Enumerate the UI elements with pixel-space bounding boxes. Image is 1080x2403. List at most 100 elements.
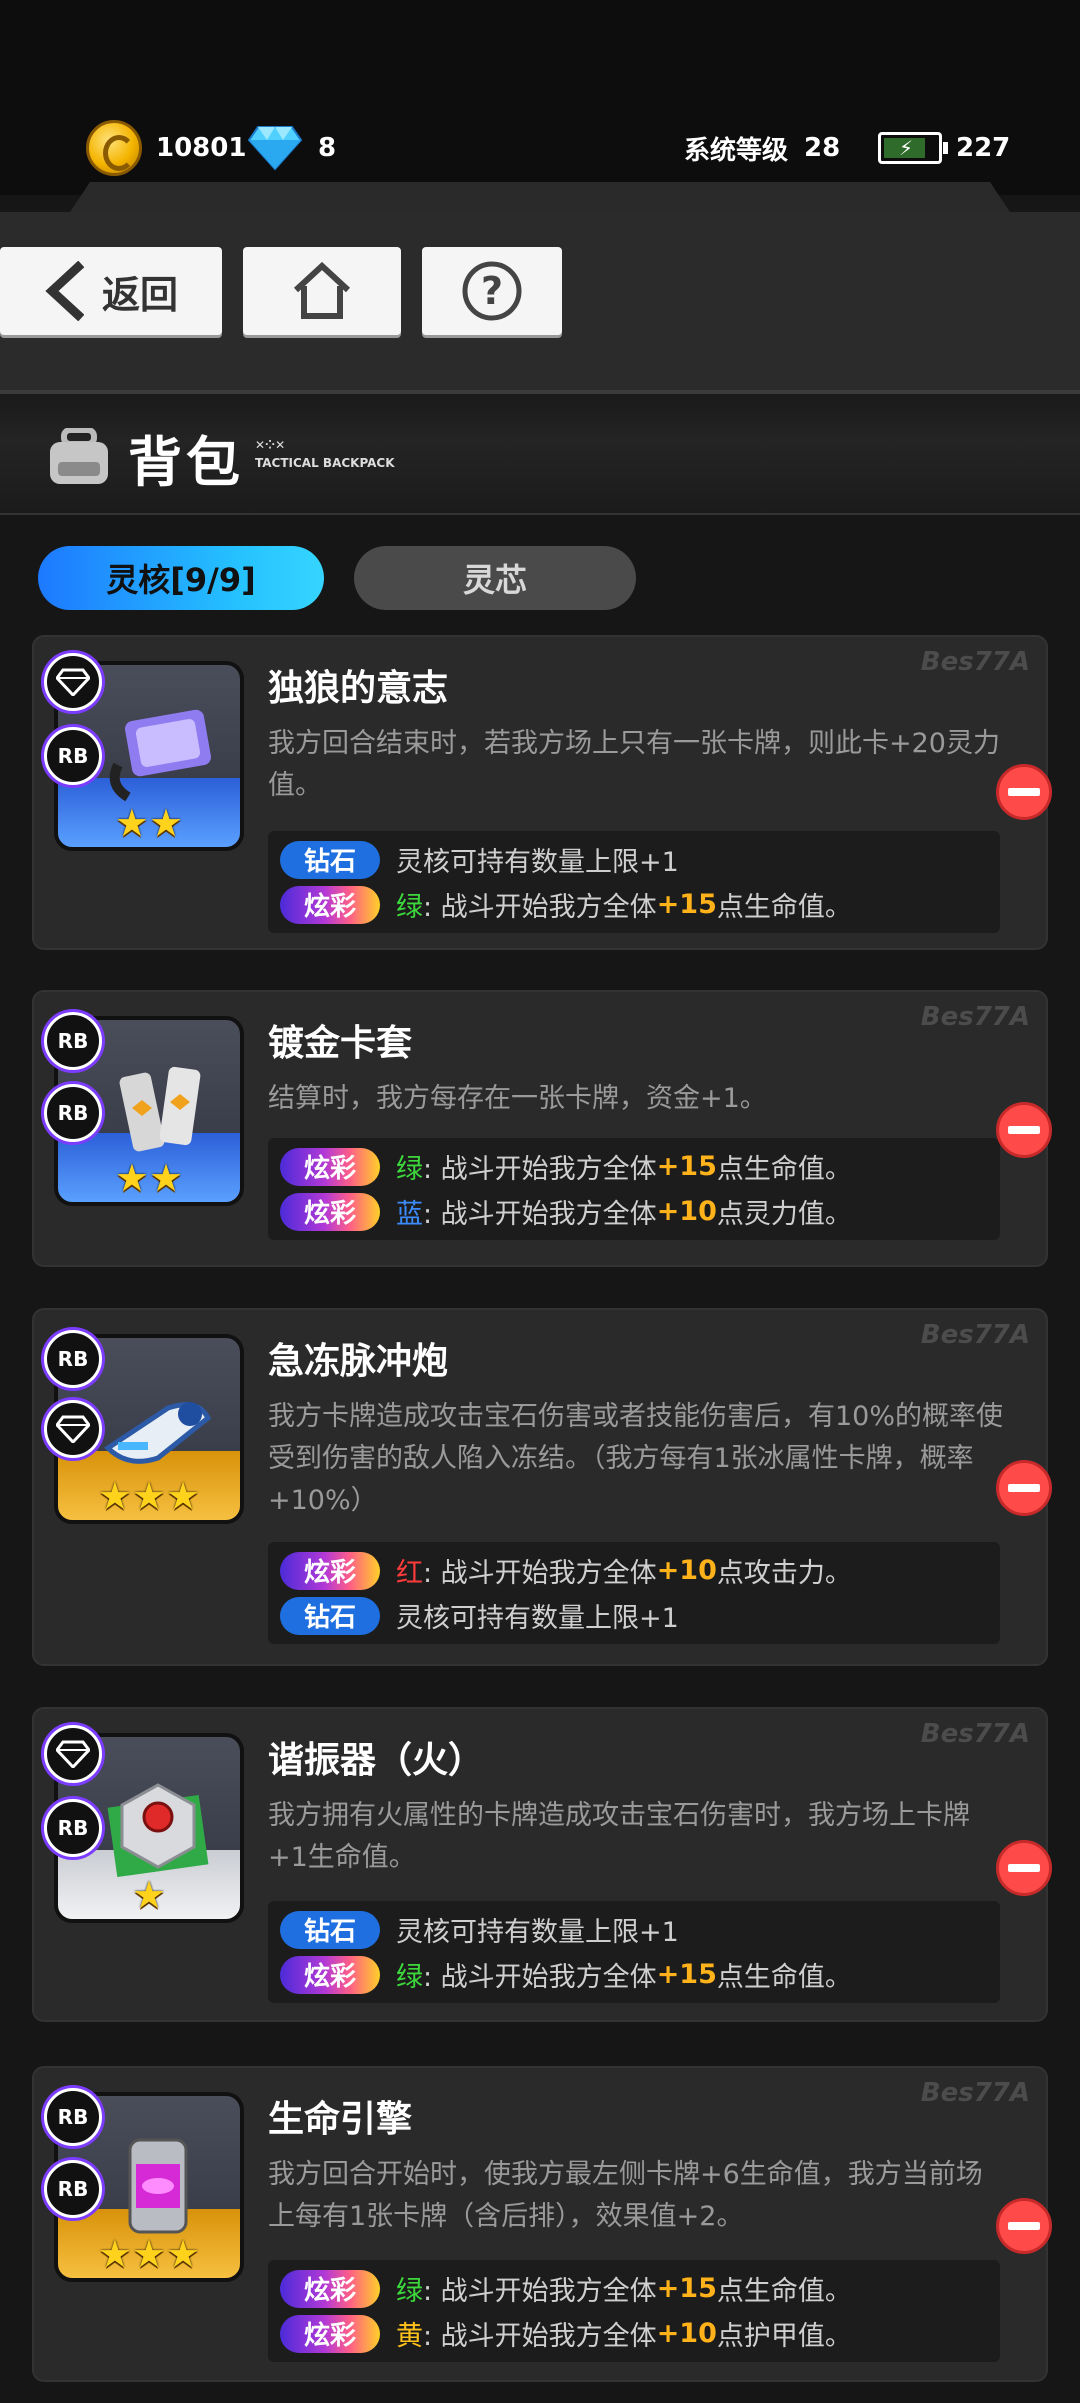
bonus-tag: 炫彩	[280, 2269, 380, 2308]
remove-button[interactable]	[996, 1102, 1052, 1158]
diamond-badge	[44, 653, 102, 711]
coin-amount: 10801	[156, 133, 247, 163]
rb-badge: RB	[44, 1084, 102, 1142]
remove-button[interactable]	[996, 1460, 1052, 1516]
bonus-color-word: 绿	[396, 892, 423, 923]
bonus-color-word: 蓝	[396, 1199, 423, 1230]
core-name: 谐振器（火）	[268, 1740, 485, 1781]
rb-badge: RB	[44, 1330, 102, 1388]
bonus-color-word: 绿	[396, 1962, 423, 1993]
core-card[interactable]: Bes77A ★★ RB 独狼的意志 我方回合结束时，若我方场上只有一张卡牌，则…	[32, 635, 1048, 950]
diamond-amount: 8	[318, 133, 337, 163]
bonus-box: 钻石 灵核可持有数量上限+1 炫彩 绿 : 战斗开始我方全体 +15 点生命值。	[268, 831, 1000, 933]
core-card[interactable]: Bes77A ★★★ RB 急冻脉冲炮 我方卡牌造成攻击宝石伤害或者技能伤害后，…	[32, 1308, 1048, 1666]
bonus-row: 炫彩 绿 : 战斗开始我方全体 +15 点生命值。	[280, 882, 988, 927]
backpack-screen: 10801 8 系统等级 28 ⚡ 227 返回 ? 背包 ✕⁘✕ TACTIC…	[0, 0, 1080, 2403]
rb-badge: RB	[44, 1799, 102, 1857]
bonus-value: +10	[656, 1196, 717, 1227]
core-card[interactable]: Bes77A ★★ RB RB 镀金卡套 结算时，我方每存在一张卡牌，资金+1。…	[32, 990, 1048, 1267]
bonus-row: 炫彩 黄 : 战斗开始我方全体 +10 点护甲值。	[280, 2311, 988, 2356]
system-level: 系统等级 28	[684, 122, 840, 174]
bonus-box: 炫彩 绿 : 战斗开始我方全体 +15 点生命值。 炫彩 黄 : 战斗开始我方全…	[268, 2260, 1000, 2362]
help-icon: ?	[462, 261, 522, 321]
core-card[interactable]: Bes77A ★ RB 谐振器（火） 我方拥有火属性的卡牌造成攻击宝石伤害时，我…	[32, 1707, 1048, 2022]
help-button[interactable]: ?	[422, 247, 562, 335]
status-bar-plate	[70, 182, 1010, 212]
bonus-text-suffix: 点护甲值。	[716, 2321, 852, 2352]
bonus-text-suffix: 点生命值。	[716, 2276, 852, 2307]
rb-badge: RB	[44, 727, 102, 785]
bonus-tag: 炫彩	[280, 1551, 380, 1590]
rb-badge: RB	[44, 2160, 102, 2218]
bonus-value: +15	[656, 889, 717, 920]
diamond-counter: 8	[248, 122, 336, 174]
diamond-icon	[56, 668, 90, 696]
bonus-tag: 炫彩	[280, 1147, 380, 1186]
bonus-row: 钻石 灵核可持有数量上限+1	[280, 1907, 988, 1952]
bonus-box: 钻石 灵核可持有数量上限+1 炫彩 绿 : 战斗开始我方全体 +15 点生命值。	[268, 1901, 1000, 2003]
core-card[interactable]: Bes77A ★★★ RB RB 生命引擎 我方回合开始时，使我方最左侧卡牌+6…	[32, 2066, 1048, 2382]
rarity-stars: ★★	[114, 801, 184, 845]
page-title: 背包	[128, 431, 244, 494]
bonus-tag: 炫彩	[280, 1955, 380, 1994]
rarity-stars: ★	[131, 1873, 167, 1917]
battery-icon: ⚡	[878, 132, 948, 164]
remove-button[interactable]	[996, 1840, 1052, 1896]
bonus-box: 炫彩 红 : 战斗开始我方全体 +10 点攻击力。 钻石 灵核可持有数量上限+1	[268, 1542, 1000, 1644]
bonus-text: : 战斗开始我方全体	[423, 1154, 657, 1185]
bonus-color-word: 红	[396, 1558, 423, 1589]
bonus-text: 灵核可持有数量上限+1	[396, 847, 679, 878]
core-description: 我方回合结束时，若我方场上只有一张卡牌，则此卡+20灵力值。	[268, 728, 1000, 801]
watermark: Bes77A	[920, 647, 1030, 677]
diamond-badge	[44, 1400, 102, 1458]
bonus-text: : 战斗开始我方全体	[423, 2276, 657, 2307]
bonus-row: 炫彩 绿 : 战斗开始我方全体 +15 点生命值。	[280, 1952, 988, 1997]
rb-badge: RB	[44, 2088, 102, 2146]
bonus-color-word: 绿	[396, 2276, 423, 2307]
page-subtitle: ✕⁘✕ TACTICAL BACKPACK	[255, 438, 395, 470]
core-description: 我方回合开始时，使我方最左侧卡牌+6生命值，我方当前场上每有1张卡牌（含后排），…	[268, 2159, 983, 2232]
remove-button[interactable]	[996, 764, 1052, 820]
diamond-badge	[44, 1725, 102, 1783]
core-description: 结算时，我方每存在一张卡牌，资金+1。	[268, 1083, 767, 1114]
diamond-icon	[56, 1415, 90, 1443]
core-description: 我方卡牌造成攻击宝石伤害或者技能伤害后，有10%的概率使受到伤害的敌人陷入冻结。…	[268, 1401, 1004, 1516]
energy-amount: 227	[956, 133, 1011, 163]
bonus-value: +10	[656, 2318, 717, 2349]
tab-spirit-chip[interactable]: 灵芯	[354, 546, 636, 610]
bonus-row: 钻石 灵核可持有数量上限+1	[280, 1593, 988, 1638]
bonus-text: 灵核可持有数量上限+1	[396, 1603, 679, 1634]
rarity-stars: ★★	[114, 1156, 184, 1200]
rarity-stars: ★★★	[97, 1474, 201, 1518]
home-icon	[293, 262, 351, 319]
bonus-color-word: 黄	[396, 2321, 423, 2352]
bonus-row: 炫彩 绿 : 战斗开始我方全体 +15 点生命值。	[280, 2266, 988, 2311]
bonus-tag: 炫彩	[280, 2314, 380, 2353]
bonus-row: 炫彩 绿 : 战斗开始我方全体 +15 点生命值。	[280, 1144, 988, 1189]
rarity-stars: ★★★	[97, 2232, 201, 2276]
system-level-label: 系统等级	[684, 135, 789, 166]
bonus-tag: 炫彩	[280, 885, 380, 924]
remove-button[interactable]	[996, 2198, 1052, 2254]
core-list[interactable]: Bes77A ★★ RB 独狼的意志 我方回合结束时，若我方场上只有一张卡牌，则…	[0, 630, 1080, 2403]
home-button[interactable]	[243, 247, 401, 335]
back-label: 返回	[101, 272, 178, 317]
bonus-text: : 战斗开始我方全体	[423, 2321, 657, 2352]
core-name: 独狼的意志	[268, 668, 449, 709]
diamond-icon	[248, 126, 302, 171]
rb-badge: RB	[44, 1012, 102, 1070]
bonus-text-suffix: 点生命值。	[716, 892, 852, 923]
bonus-value: +15	[656, 2273, 717, 2304]
back-button[interactable]: 返回	[0, 247, 222, 335]
bonus-text: : 战斗开始我方全体	[423, 1199, 657, 1230]
bonus-text: : 战斗开始我方全体	[423, 892, 657, 923]
chevron-left-icon	[45, 261, 84, 321]
core-description: 我方拥有火属性的卡牌造成攻击宝石伤害时，我方场上卡牌+1生命值。	[268, 1800, 970, 1873]
bonus-text-suffix: 点攻击力。	[716, 1558, 852, 1589]
watermark: Bes77A	[920, 1002, 1030, 1032]
bonus-tag: 钻石	[280, 1596, 380, 1635]
bonus-tag: 钻石	[280, 840, 380, 879]
tab-spirit-core[interactable]: 灵核[9/9]	[38, 546, 324, 610]
item-illustration	[107, 1783, 209, 1877]
bonus-text-suffix: 点生命值。	[716, 1154, 852, 1185]
